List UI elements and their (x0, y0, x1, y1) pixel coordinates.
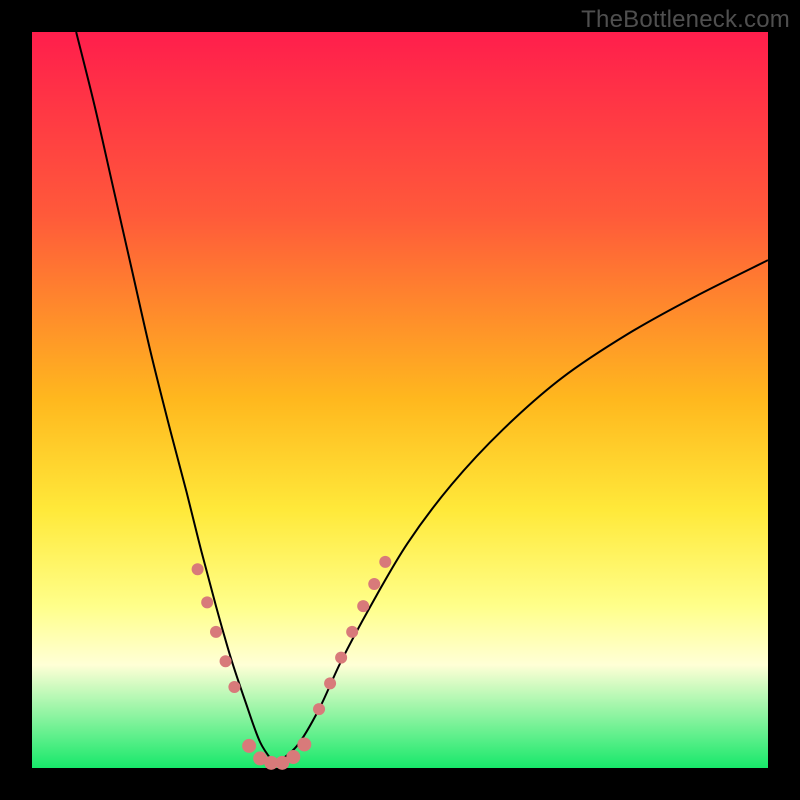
marker-dot (379, 556, 391, 568)
marker-dot (346, 626, 358, 638)
marker-dot (201, 596, 213, 608)
marker-dot (313, 703, 325, 715)
marker-dot (242, 739, 256, 753)
marker-dot (228, 681, 240, 693)
markers-right (313, 556, 391, 715)
marker-dot (297, 737, 311, 751)
curve-left (76, 32, 275, 764)
marker-dot (192, 563, 204, 575)
marker-dot (368, 578, 380, 590)
marker-dot (357, 600, 369, 612)
marker-dot (210, 626, 222, 638)
marker-dot (324, 677, 336, 689)
markers-left (192, 563, 241, 693)
marker-dot (220, 655, 232, 667)
curves-svg (32, 32, 768, 768)
watermark-text: TheBottleneck.com (581, 6, 790, 34)
plot-area (32, 32, 768, 768)
marker-dot (335, 652, 347, 664)
marker-dot (286, 750, 300, 764)
curve-right (275, 260, 768, 764)
markers-bottom (242, 737, 311, 769)
chart-frame: TheBottleneck.com (0, 0, 800, 800)
